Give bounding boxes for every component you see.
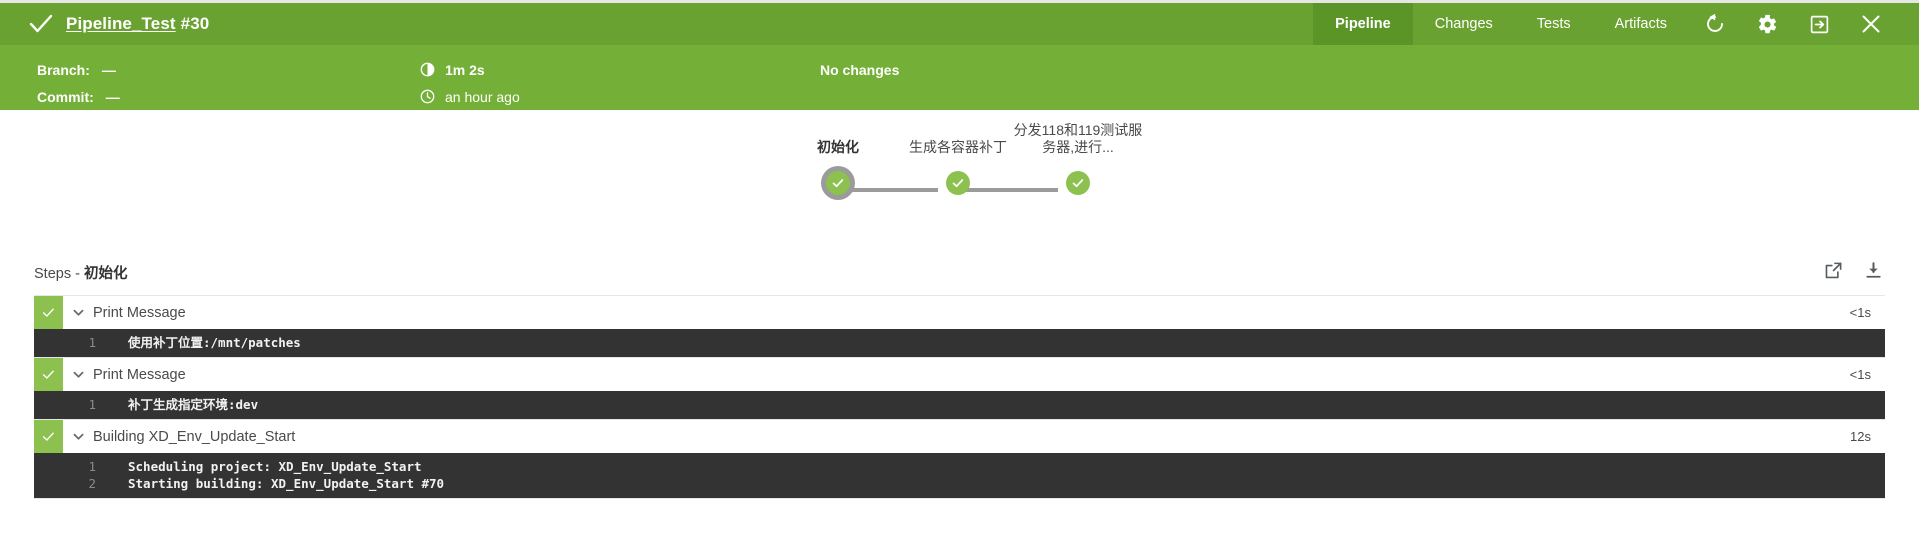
stage-node-wrap-3 bbox=[1005, 162, 1151, 204]
run-meta-changes: No changes bbox=[820, 56, 899, 83]
tab-tests[interactable]: Tests bbox=[1515, 3, 1593, 45]
graph-connector-2 bbox=[958, 188, 1058, 192]
stage-status-success-icon[interactable] bbox=[1066, 171, 1090, 195]
step-item: Building XD_Env_Update_Start 12s 1 Sched… bbox=[34, 420, 1885, 499]
run-header: Pipeline_Test #30 Pipeline Changes Tests… bbox=[0, 3, 1919, 45]
log-line-number: 2 bbox=[88, 476, 96, 491]
run-meta-source: Branch: — Commit: — bbox=[37, 56, 120, 110]
tab-pipeline[interactable]: Pipeline bbox=[1313, 3, 1413, 45]
log-line: 1 使用补丁位置:/mnt/patches bbox=[34, 334, 1885, 351]
log-line-text: 补丁生成指定环境:dev bbox=[128, 397, 259, 412]
branch-row: Branch: — bbox=[37, 56, 120, 83]
step-header[interactable]: Print Message <1s bbox=[34, 358, 1885, 391]
commit-row: Commit: — bbox=[37, 83, 120, 110]
rerun-icon[interactable] bbox=[1689, 3, 1741, 45]
stage-status-success-icon[interactable] bbox=[946, 171, 970, 195]
chevron-down-icon[interactable] bbox=[63, 306, 93, 319]
log-line: 1 Scheduling project: XD_Env_Update_Star… bbox=[34, 458, 1885, 475]
step-item: Print Message <1s 1 补丁生成指定环境:dev bbox=[34, 358, 1885, 420]
stage-label-3: 分发118和119测试服务器,进行... bbox=[1013, 122, 1143, 155]
steps-title-stage-name: 初始化 bbox=[83, 266, 128, 282]
changes-summary: No changes bbox=[820, 61, 900, 78]
download-icon[interactable] bbox=[1861, 258, 1885, 282]
step-name: Print Message bbox=[93, 304, 186, 321]
log-line-text: Scheduling project: XD_Env_Update_Start bbox=[128, 459, 422, 474]
log-line-number: 1 bbox=[88, 397, 96, 412]
run-header-actions bbox=[1689, 3, 1919, 45]
gear-icon[interactable] bbox=[1741, 3, 1793, 45]
step-log-console[interactable]: 1 补丁生成指定环境:dev bbox=[34, 391, 1885, 419]
duration-row: 1m 2s bbox=[420, 56, 520, 83]
steps-header: Steps - 初始化 bbox=[34, 261, 1885, 295]
stopwatch-icon bbox=[420, 62, 435, 77]
log-line-text: 使用补丁位置:/mnt/patches bbox=[128, 335, 301, 350]
duration-value: 1m 2s bbox=[445, 61, 485, 78]
step-header[interactable]: Print Message <1s bbox=[34, 296, 1885, 329]
pipeline-name-link[interactable]: Pipeline_Test bbox=[66, 14, 176, 34]
chevron-down-icon[interactable] bbox=[63, 368, 93, 381]
run-nav-tabs: Pipeline Changes Tests Artifacts bbox=[1313, 3, 1689, 45]
step-log-console[interactable]: 1 Scheduling project: XD_Env_Update_Star… bbox=[34, 453, 1885, 498]
open-external-icon[interactable] bbox=[1821, 258, 1845, 282]
tab-changes[interactable]: Changes bbox=[1413, 3, 1515, 45]
steps-title-prefix: Steps - bbox=[34, 266, 84, 282]
step-name: Print Message bbox=[93, 366, 186, 383]
steps-section: Steps - 初始化 Print Message <1s 1 使用补丁位置:/… bbox=[0, 261, 1919, 499]
log-line: 1 补丁生成指定环境:dev bbox=[34, 396, 1885, 413]
log-line-number: 1 bbox=[88, 459, 96, 474]
step-header[interactable]: Building XD_Env_Update_Start 12s bbox=[34, 420, 1885, 453]
stage-status-success-icon[interactable] bbox=[826, 171, 850, 195]
tab-artifacts[interactable]: Artifacts bbox=[1593, 3, 1689, 45]
steps-title: Steps - 初始化 bbox=[34, 262, 127, 283]
step-duration: 12s bbox=[1850, 429, 1871, 444]
time-ago-value: an hour ago bbox=[445, 88, 520, 105]
run-header-left: Pipeline_Test #30 bbox=[0, 3, 1313, 45]
steps-header-actions bbox=[1821, 258, 1885, 282]
chevron-down-icon[interactable] bbox=[63, 430, 93, 443]
pipeline-graph-inner: 初始化 生成各容器补丁 分发118和119测试服务器,进行... bbox=[0, 110, 1919, 262]
step-name: Building XD_Env_Update_Start bbox=[93, 428, 296, 445]
run-subheader: Branch: — Commit: — 1m 2s an hour ago No… bbox=[0, 45, 1919, 110]
run-meta-timing: 1m 2s an hour ago bbox=[420, 56, 520, 110]
step-log-console[interactable]: 1 使用补丁位置:/mnt/patches bbox=[34, 329, 1885, 357]
commit-value: — bbox=[105, 88, 120, 105]
log-line: 2 Starting building: XD_Env_Update_Start… bbox=[34, 475, 1885, 492]
step-status-success-icon bbox=[34, 296, 63, 329]
log-line-text: Starting building: XD_Env_Update_Start #… bbox=[128, 476, 445, 491]
step-duration: <1s bbox=[1849, 367, 1871, 382]
log-line-number: 1 bbox=[88, 335, 96, 350]
step-item: Print Message <1s 1 使用补丁位置:/mnt/patches bbox=[34, 296, 1885, 358]
pipeline-graph: 初始化 生成各容器补丁 分发118和119测试服务器,进行... bbox=[0, 110, 1919, 262]
run-id: #30 bbox=[180, 14, 210, 33]
branch-value: — bbox=[101, 61, 116, 78]
clock-icon bbox=[420, 89, 435, 104]
blue-ocean-run-view: Pipeline_Test #30 Pipeline Changes Tests… bbox=[0, 0, 1919, 545]
time-ago-row: an hour ago bbox=[420, 83, 520, 110]
steps-list: Print Message <1s 1 使用补丁位置:/mnt/patches bbox=[34, 295, 1885, 499]
commit-label: Commit: bbox=[37, 88, 94, 105]
branch-label: Branch: bbox=[37, 61, 90, 78]
page-title: Pipeline_Test #30 bbox=[66, 14, 209, 34]
check-icon bbox=[28, 11, 54, 37]
step-status-success-icon bbox=[34, 420, 63, 453]
step-duration: <1s bbox=[1849, 305, 1871, 320]
step-status-success-icon bbox=[34, 358, 63, 391]
graph-connector-1 bbox=[838, 188, 938, 192]
logout-icon[interactable] bbox=[1793, 3, 1845, 45]
close-icon[interactable] bbox=[1845, 3, 1897, 45]
